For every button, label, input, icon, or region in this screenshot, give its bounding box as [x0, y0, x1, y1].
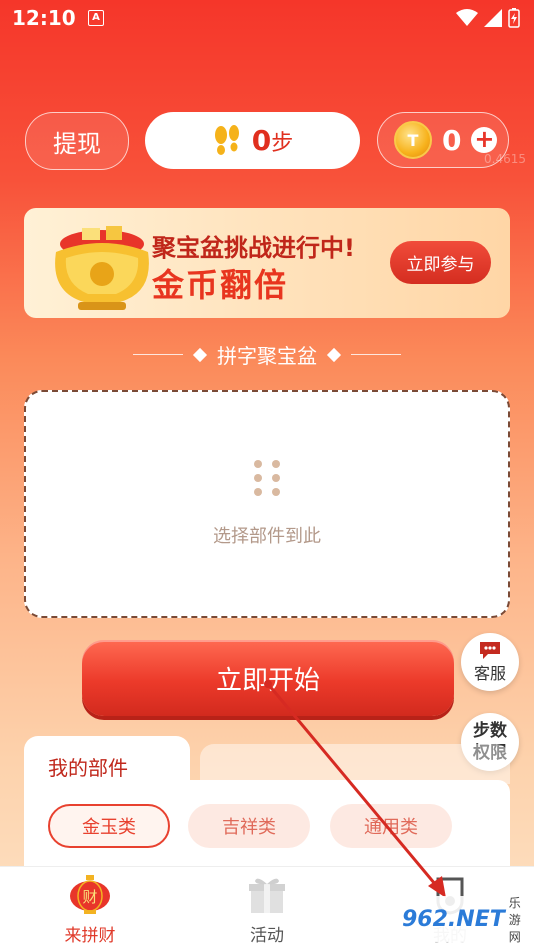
watermark-logo: 962.NET 乐游网 — [396, 895, 528, 944]
watermark-big: 962.NET — [402, 906, 505, 932]
annotation-arrow — [264, 680, 446, 898]
watermark-small: 乐游网 — [508, 895, 521, 944]
